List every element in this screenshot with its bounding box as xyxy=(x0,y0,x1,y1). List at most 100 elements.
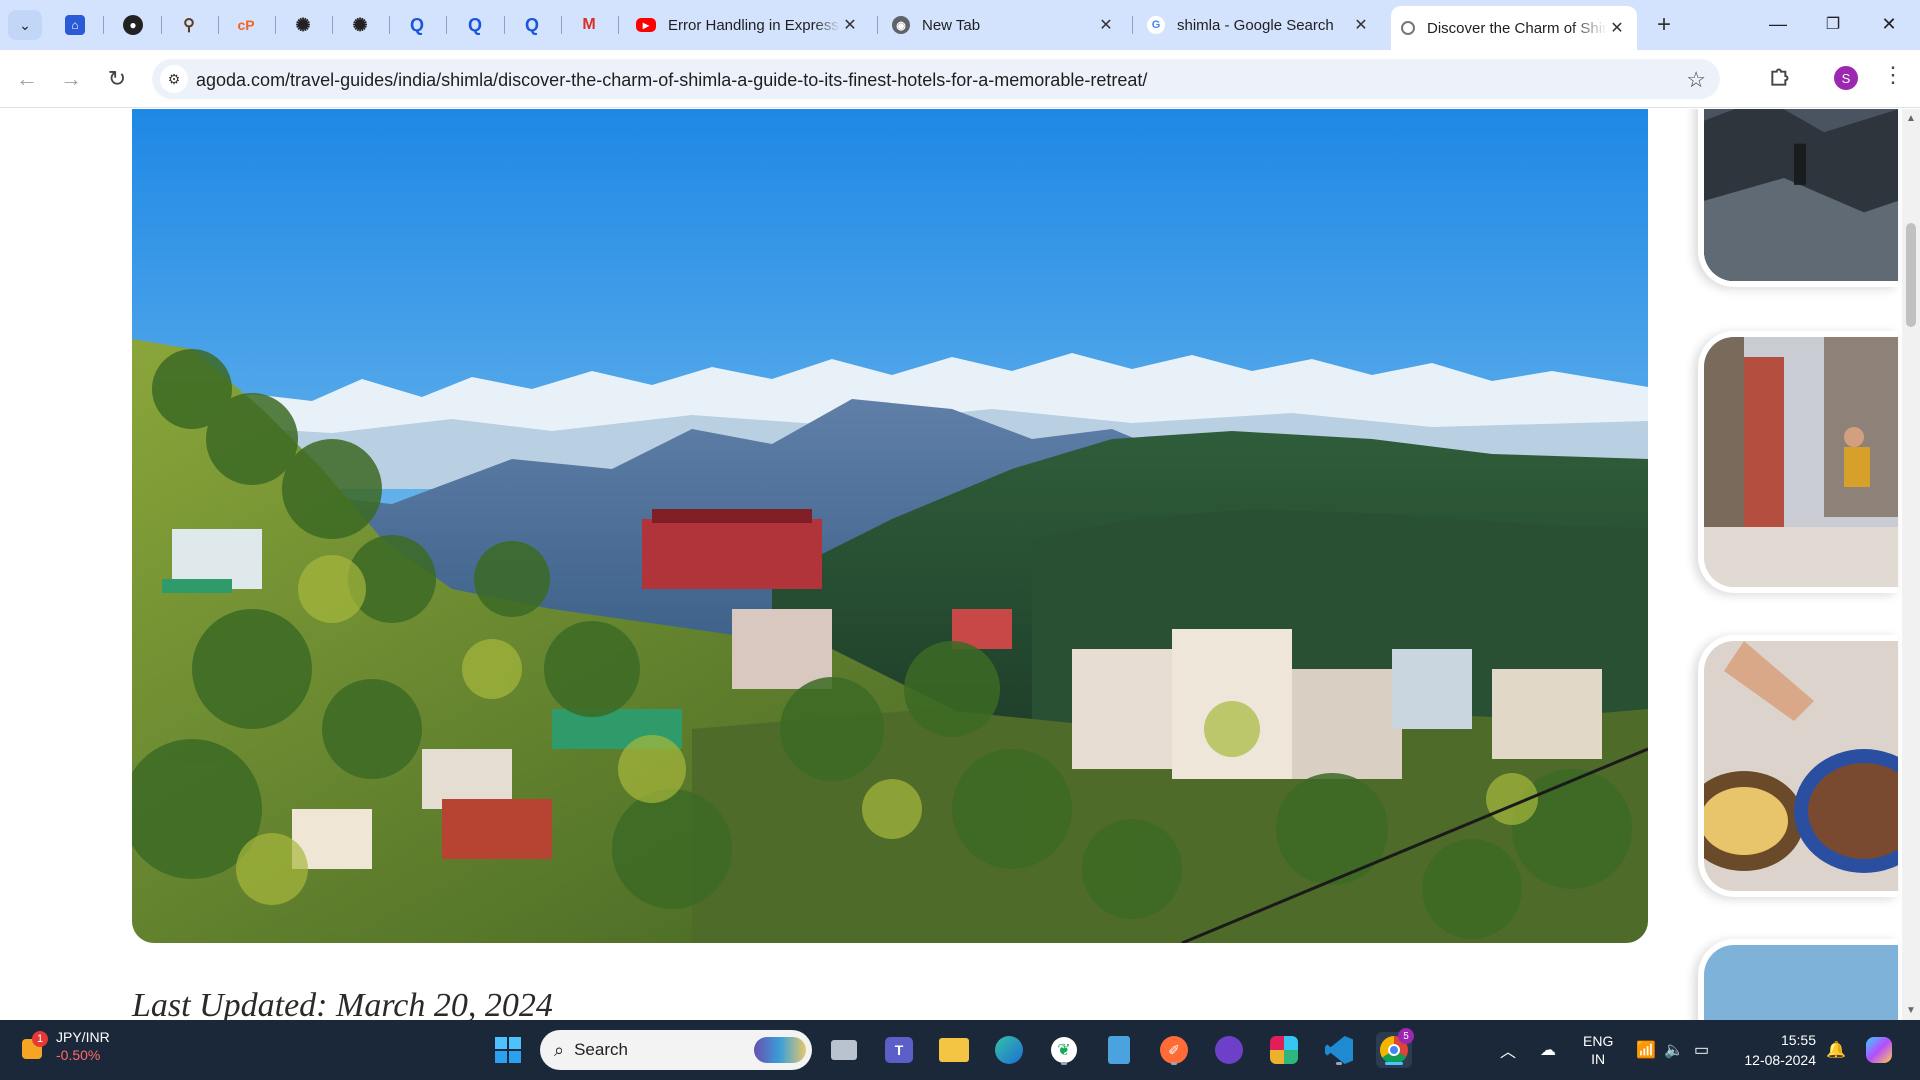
youtube-icon: ▶ xyxy=(636,18,656,32)
language-bottom: IN xyxy=(1591,1051,1606,1067)
last-updated-date: Last Updated: March 20, 2024 xyxy=(132,987,553,1020)
pinned-tab-cp[interactable]: cP xyxy=(229,10,263,40)
back-button[interactable]: ← xyxy=(12,64,42,94)
profile-avatar[interactable]: S xyxy=(1834,66,1858,90)
page-content: Last Updated: March 20, 2024 xyxy=(0,109,1902,1020)
pinned-tab-q-3[interactable]: Q xyxy=(515,10,549,40)
url-text[interactable]: agoda.com/travel-guides/india/shimla/dis… xyxy=(196,70,1147,91)
minimize-icon: — xyxy=(1769,13,1787,34)
pinned-tab-chatgpt-2[interactable]: ✺ xyxy=(343,10,377,40)
reload-button[interactable]: ↻ xyxy=(102,64,132,94)
side-card-street-shopping[interactable] xyxy=(1698,331,1898,593)
arrow-right-icon: → xyxy=(60,66,82,91)
battery-icon[interactable]: ▭ xyxy=(1694,1020,1709,1080)
pinned-tab-bird[interactable]: ⚲ xyxy=(172,10,206,40)
minimize-button[interactable]: — xyxy=(1755,8,1801,40)
address-bar[interactable]: ⚙ agoda.com/travel-guides/india/shimla/d… xyxy=(152,59,1720,99)
restore-button[interactable]: ❐ xyxy=(1810,8,1856,40)
tab-separator xyxy=(332,16,333,34)
chatgpt-icon: ✺ xyxy=(352,14,368,35)
volume-icon[interactable]: 🔈 xyxy=(1664,1020,1684,1080)
github-desktop-button[interactable] xyxy=(1211,1032,1247,1068)
teams-button[interactable]: T xyxy=(881,1032,917,1068)
active-indicator xyxy=(1385,1062,1403,1065)
chatgpt-icon: ✺ xyxy=(295,14,311,35)
close-icon[interactable]: ✕ xyxy=(1351,15,1371,35)
file-explorer-button[interactable] xyxy=(936,1032,972,1068)
widget-badge: 1 xyxy=(32,1031,48,1047)
clock-time: 15:55 xyxy=(1780,1032,1816,1048)
pinned-tab-q-1[interactable]: Q xyxy=(400,10,434,40)
side-card-food[interactable] xyxy=(1698,635,1898,897)
chrome-button[interactable]: 5 xyxy=(1376,1028,1414,1068)
scroll-up-arrow-icon[interactable]: ▲ xyxy=(1906,113,1916,124)
tab-separator xyxy=(446,16,447,34)
taskbar-search[interactable]: ⌕ Search xyxy=(540,1030,812,1070)
start-button[interactable] xyxy=(490,1032,526,1068)
slack-icon xyxy=(1270,1036,1298,1064)
tab-separator xyxy=(618,16,619,34)
copilot-icon[interactable] xyxy=(1866,1020,1892,1080)
q-icon: Q xyxy=(524,14,539,35)
chevron-up-icon: ︿ xyxy=(1500,1044,1517,1061)
forward-button[interactable]: → xyxy=(56,64,86,94)
show-hidden-icons[interactable]: ︿ xyxy=(1500,1020,1516,1080)
tab-separator xyxy=(103,16,104,34)
reload-icon: ↻ xyxy=(107,66,127,91)
close-icon[interactable]: ✕ xyxy=(1096,15,1116,35)
scroll-down-arrow-icon[interactable]: ▼ xyxy=(1906,1005,1916,1016)
arrow-left-icon: ← xyxy=(16,66,38,91)
task-view-button[interactable] xyxy=(826,1032,862,1068)
notification-bell-icon[interactable]: 🔔 xyxy=(1826,1020,1846,1080)
currency-widget[interactable]: 1 JPY/INR -0.50% xyxy=(20,1028,110,1064)
pinned-tab-gmail[interactable]: M xyxy=(572,10,606,40)
edge-icon xyxy=(995,1036,1023,1064)
page-scrollbar[interactable]: ▲ ▼ xyxy=(1902,109,1920,1020)
folder-icon xyxy=(939,1038,969,1062)
side-card-rocks[interactable] xyxy=(1698,109,1898,287)
bookmark-star-icon[interactable]: ☆ xyxy=(1686,67,1706,93)
close-icon[interactable]: ✕ xyxy=(840,15,860,35)
notepad-icon xyxy=(1108,1036,1130,1064)
pinned-tab-chatgpt[interactable]: ✺ xyxy=(286,10,320,40)
kebab-menu-icon[interactable]: ⋮ xyxy=(1882,62,1904,88)
postman-button[interactable]: ✐ xyxy=(1156,1032,1192,1068)
pinned-tab-q-2[interactable]: Q xyxy=(458,10,492,40)
vscode-button[interactable] xyxy=(1321,1032,1357,1068)
language-indicator[interactable]: ENG IN xyxy=(1583,1020,1613,1080)
mongodb-leaf-icon: ❦ xyxy=(1051,1037,1077,1063)
close-window-button[interactable]: ✕ xyxy=(1866,8,1912,40)
github-icon: ● xyxy=(123,15,143,35)
slack-button[interactable] xyxy=(1266,1032,1302,1068)
edge-button[interactable] xyxy=(991,1032,1027,1068)
tab-new-tab[interactable]: ◉ New Tab ✕ xyxy=(882,8,1126,42)
new-tab-button[interactable]: + xyxy=(1651,11,1677,38)
google-icon: G xyxy=(1147,16,1165,34)
notepad-button[interactable] xyxy=(1101,1032,1137,1068)
side-card-sky[interactable] xyxy=(1698,939,1898,1020)
extensions-icon[interactable] xyxy=(1768,63,1794,89)
site-info-icon[interactable]: ⚙ xyxy=(160,65,188,93)
scrollbar-thumb[interactable] xyxy=(1906,223,1916,327)
tab-error-handling[interactable]: ▶ Error Handling in Express ✕ xyxy=(626,8,870,42)
wifi-icon[interactable]: 📶 xyxy=(1636,1020,1656,1080)
gmail-icon: M xyxy=(582,16,596,33)
chrome-icon: ◉ xyxy=(892,16,910,34)
mongodb-button[interactable]: ❦ xyxy=(1046,1032,1082,1068)
windows-taskbar: 1 JPY/INR -0.50% ⌕ Search T ❦ ✐ 5 ︿ ☁ EN… xyxy=(0,1020,1920,1080)
taskbar-clock[interactable]: 15:55 12-08-2024 xyxy=(1732,1030,1816,1070)
pinned-tab-github[interactable]: ● xyxy=(116,10,150,40)
q-icon: Q xyxy=(467,14,482,35)
tab-search-button[interactable]: ⌄ xyxy=(8,10,42,40)
onedrive-icon[interactable]: ☁ xyxy=(1540,1020,1556,1080)
close-icon[interactable]: ✕ xyxy=(1607,18,1627,38)
market-widget-icon: 1 xyxy=(20,1031,48,1061)
tab-google-search[interactable]: G shimla - Google Search ✕ xyxy=(1137,8,1381,42)
shimla-hero-image xyxy=(132,109,1648,943)
vscode-icon xyxy=(1325,1036,1353,1064)
pinned-tab-swiggy[interactable]: ⌂ xyxy=(58,10,92,40)
agoda-icon xyxy=(1401,21,1415,35)
plus-icon: + xyxy=(1656,11,1671,38)
tab-discover-shimla[interactable]: Discover the Charm of Shimla ✕ xyxy=(1391,6,1637,50)
teams-icon: T xyxy=(885,1037,913,1063)
